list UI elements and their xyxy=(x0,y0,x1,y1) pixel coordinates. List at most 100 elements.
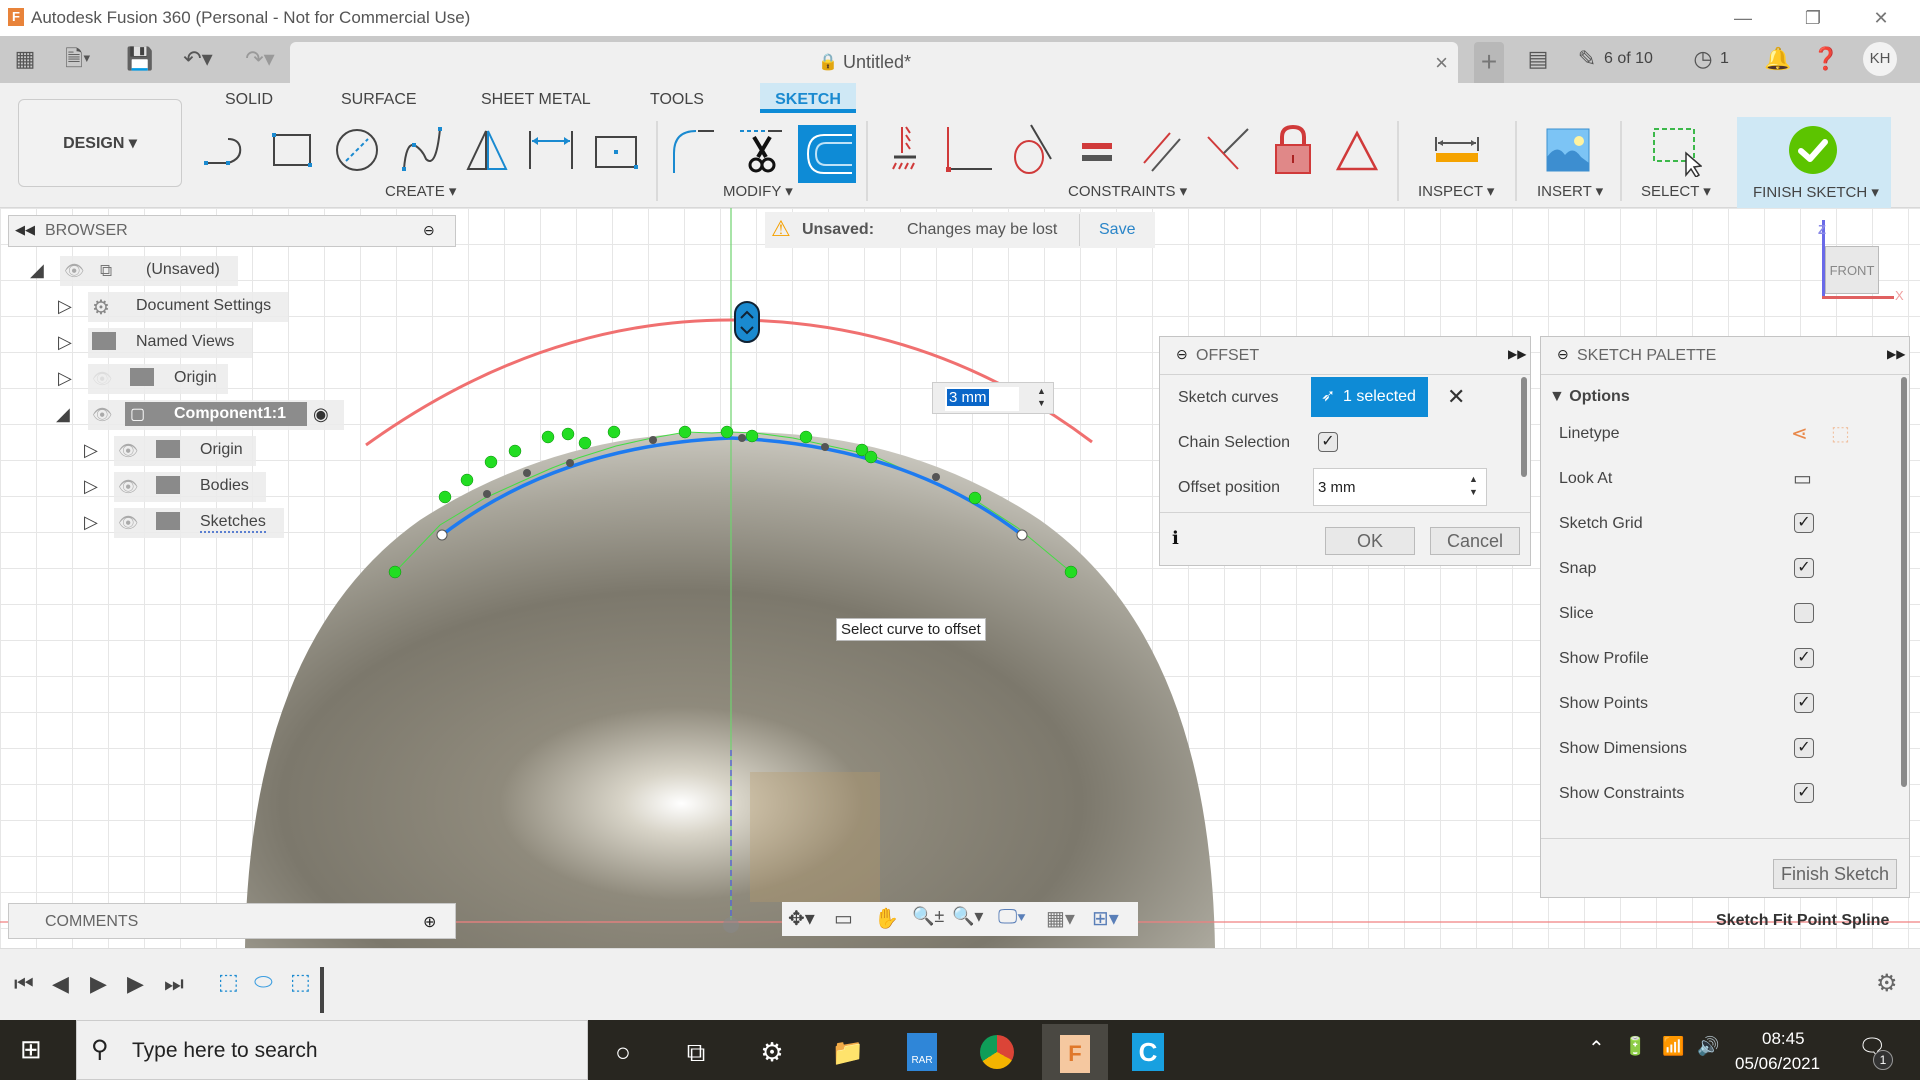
restore-button[interactable]: ❐ xyxy=(1790,4,1836,32)
timeline-settings-gear-icon[interactable]: ⚙ xyxy=(1876,969,1898,998)
fix-constraint-icon[interactable] xyxy=(880,123,934,177)
offset-tool-button[interactable] xyxy=(798,125,856,183)
save-link[interactable]: Save xyxy=(1099,221,1135,239)
timeline-revolve-feature-icon[interactable]: ⬭ xyxy=(254,969,273,995)
palette-collapse-icon[interactable]: ⊖ xyxy=(1557,346,1569,363)
timeline-sketch-feature-icon[interactable]: ⬚ xyxy=(218,969,239,995)
visibility-eye-icon[interactable]: 👁 xyxy=(92,405,112,425)
collapse-arrow-icon[interactable]: ◢ xyxy=(56,404,70,425)
volume-icon[interactable]: 🔊 xyxy=(1697,1036,1719,1057)
pan-icon[interactable]: ✋ xyxy=(874,906,899,931)
triangle-constraint-icon[interactable] xyxy=(1330,123,1384,177)
create-menu[interactable]: CREATE ▾ xyxy=(385,182,456,200)
wifi-icon[interactable]: 📶 xyxy=(1662,1036,1684,1057)
tree-item-sketches[interactable]: ▷ 👁 Sketches xyxy=(0,508,460,538)
tree-item-component[interactable]: ◢ 👁 ▢ Component1:1 ◉ xyxy=(0,400,460,430)
tree-item-bodies[interactable]: ▷ 👁 Bodies xyxy=(0,472,460,502)
fillet-tool-icon[interactable] xyxy=(668,123,722,177)
help-icon[interactable]: ❓ xyxy=(1812,46,1839,72)
spline-endpoint[interactable] xyxy=(1016,529,1028,541)
fusion-360-taskbar-icon[interactable]: F xyxy=(1042,1024,1108,1080)
insert-menu[interactable]: INSERT ▾ xyxy=(1537,182,1603,200)
winrar-icon[interactable]: RAR xyxy=(892,1024,952,1080)
tab-solid[interactable]: SOLID xyxy=(225,91,273,109)
tree-item-document-settings[interactable]: ▷ ⚙ Document Settings xyxy=(0,292,460,322)
go-to-start-icon[interactable]: ⏮ xyxy=(14,971,34,997)
tangent-constraint-icon[interactable] xyxy=(1005,123,1059,177)
close-window-button[interactable]: ✕ xyxy=(1858,4,1904,32)
clock-icon[interactable]: ◷ xyxy=(1690,46,1716,72)
ok-button[interactable]: OK xyxy=(1325,527,1415,555)
dialog-scrollbar[interactable] xyxy=(1521,377,1527,477)
spline-tool-icon[interactable] xyxy=(396,123,450,177)
collapse-browser-icon[interactable]: ◀◀ xyxy=(15,222,35,238)
sketch-curves-selection[interactable]: ➶ 1 selected xyxy=(1311,377,1428,417)
minimize-button[interactable]: — xyxy=(1720,4,1766,32)
constraints-menu[interactable]: CONSTRAINTS ▾ xyxy=(1068,182,1187,200)
timeline-sketch-feature-icon[interactable]: ⬚ xyxy=(290,969,311,995)
options-section-toggle[interactable]: ▼ Options xyxy=(1549,388,1630,406)
palette-option-checkbox[interactable]: ✓ xyxy=(1794,783,1814,803)
palette-option-checkbox[interactable]: ✓ xyxy=(1794,648,1814,668)
equal-constraint-icon[interactable] xyxy=(1072,123,1126,177)
undo-icon[interactable]: ↶▾ xyxy=(176,46,220,72)
line-tool-icon[interactable] xyxy=(200,123,254,177)
tab-sheet-metal[interactable]: SHEET METAL xyxy=(481,91,591,109)
centerline-linetype-icon[interactable]: ⬚ xyxy=(1831,421,1850,446)
visibility-eye-icon[interactable]: 👁 xyxy=(118,441,138,461)
cortana-icon[interactable]: ○ xyxy=(593,1024,653,1080)
spinner-icon[interactable]: ▲ ▼ xyxy=(1469,473,1478,499)
show-hidden-icons-icon[interactable]: ⌃ xyxy=(1588,1036,1605,1061)
windows-start-icon[interactable]: ⊞ xyxy=(20,1034,42,1065)
battery-icon[interactable]: 🔋 xyxy=(1624,1036,1646,1057)
job-status-icon[interactable]: ✎ xyxy=(1574,46,1600,72)
info-icon[interactable]: ℹ xyxy=(1172,528,1179,549)
trim-tool-icon[interactable] xyxy=(736,123,790,177)
coincident-constraint-icon[interactable] xyxy=(942,123,996,177)
zoom-icon[interactable]: 🔍± xyxy=(912,906,944,927)
add-comment-icon[interactable]: ⊕ xyxy=(423,912,436,932)
modify-menu[interactable]: MODIFY ▾ xyxy=(723,182,793,200)
offset-dialog-header[interactable]: ⊖ OFFSET ▶▶ xyxy=(1160,337,1530,375)
step-back-icon[interactable]: ◀ xyxy=(52,971,69,997)
play-icon[interactable]: ▶ xyxy=(90,971,107,997)
expand-dialog-icon[interactable]: ▶▶ xyxy=(1508,347,1526,361)
file-menu-icon[interactable]: 🗎▾ xyxy=(58,46,98,72)
expand-arrow-icon[interactable]: ▷ xyxy=(58,296,72,317)
display-settings-icon[interactable]: 🖵▾ xyxy=(998,906,1026,929)
insert-image-icon[interactable] xyxy=(1541,123,1595,177)
sketch-palette-header[interactable]: ⊖ SKETCH PALETTE ▶▶ xyxy=(1541,337,1909,375)
chrome-icon[interactable] xyxy=(967,1024,1027,1080)
expand-arrow-icon[interactable]: ▷ xyxy=(84,512,98,533)
measure-tool-icon[interactable] xyxy=(1430,123,1484,177)
file-explorer-icon[interactable]: 📁 xyxy=(818,1024,878,1080)
notification-bell-icon[interactable]: 🔔 xyxy=(1764,46,1791,72)
circle-tool-icon[interactable] xyxy=(330,123,384,177)
palette-option-checkbox[interactable]: ✓ xyxy=(1794,693,1814,713)
palette-scrollbar[interactable] xyxy=(1901,377,1907,787)
workspace-switcher[interactable]: DESIGN ▾ xyxy=(18,99,182,187)
offset-distance-input[interactable]: 3 mm ▲ ▼ xyxy=(932,382,1054,414)
point-tool-icon[interactable] xyxy=(590,123,644,177)
step-forward-icon[interactable]: ▶ xyxy=(127,971,144,997)
expand-arrow-icon[interactable]: ▷ xyxy=(84,440,98,461)
expand-arrow-icon[interactable]: ▷ xyxy=(84,476,98,497)
look-at-icon[interactable]: ▭ xyxy=(834,906,853,931)
tab-surface[interactable]: SURFACE xyxy=(341,91,417,109)
lock-constraint-icon[interactable] xyxy=(1266,123,1320,177)
finish-sketch-button[interactable]: FINISH SKETCH ▾ xyxy=(1737,117,1891,208)
tab-tools[interactable]: TOOLS xyxy=(650,91,704,109)
close-tab-icon[interactable]: × xyxy=(1435,50,1448,76)
dimension-tool-icon[interactable] xyxy=(524,123,578,177)
clock-time[interactable]: 08:45 xyxy=(1762,1029,1805,1049)
offset-position-input[interactable]: 3 mm ▲ ▼ xyxy=(1313,468,1487,506)
select-menu[interactable]: SELECT ▾ xyxy=(1641,182,1711,200)
expand-palette-icon[interactable]: ▶▶ xyxy=(1887,347,1905,361)
cancel-button[interactable]: Cancel xyxy=(1430,527,1520,555)
tree-item-unsaved[interactable]: ◢ 👁 ⧉ (Unsaved) xyxy=(0,256,460,286)
taskbar-search-box[interactable]: ⚲ Type here to search xyxy=(76,1020,588,1080)
new-tab-button[interactable]: + xyxy=(1474,42,1504,83)
view-cube[interactable]: FRONT xyxy=(1825,246,1879,294)
rectangle-tool-icon[interactable] xyxy=(266,123,320,177)
expand-arrow-icon[interactable]: ▷ xyxy=(58,332,72,353)
